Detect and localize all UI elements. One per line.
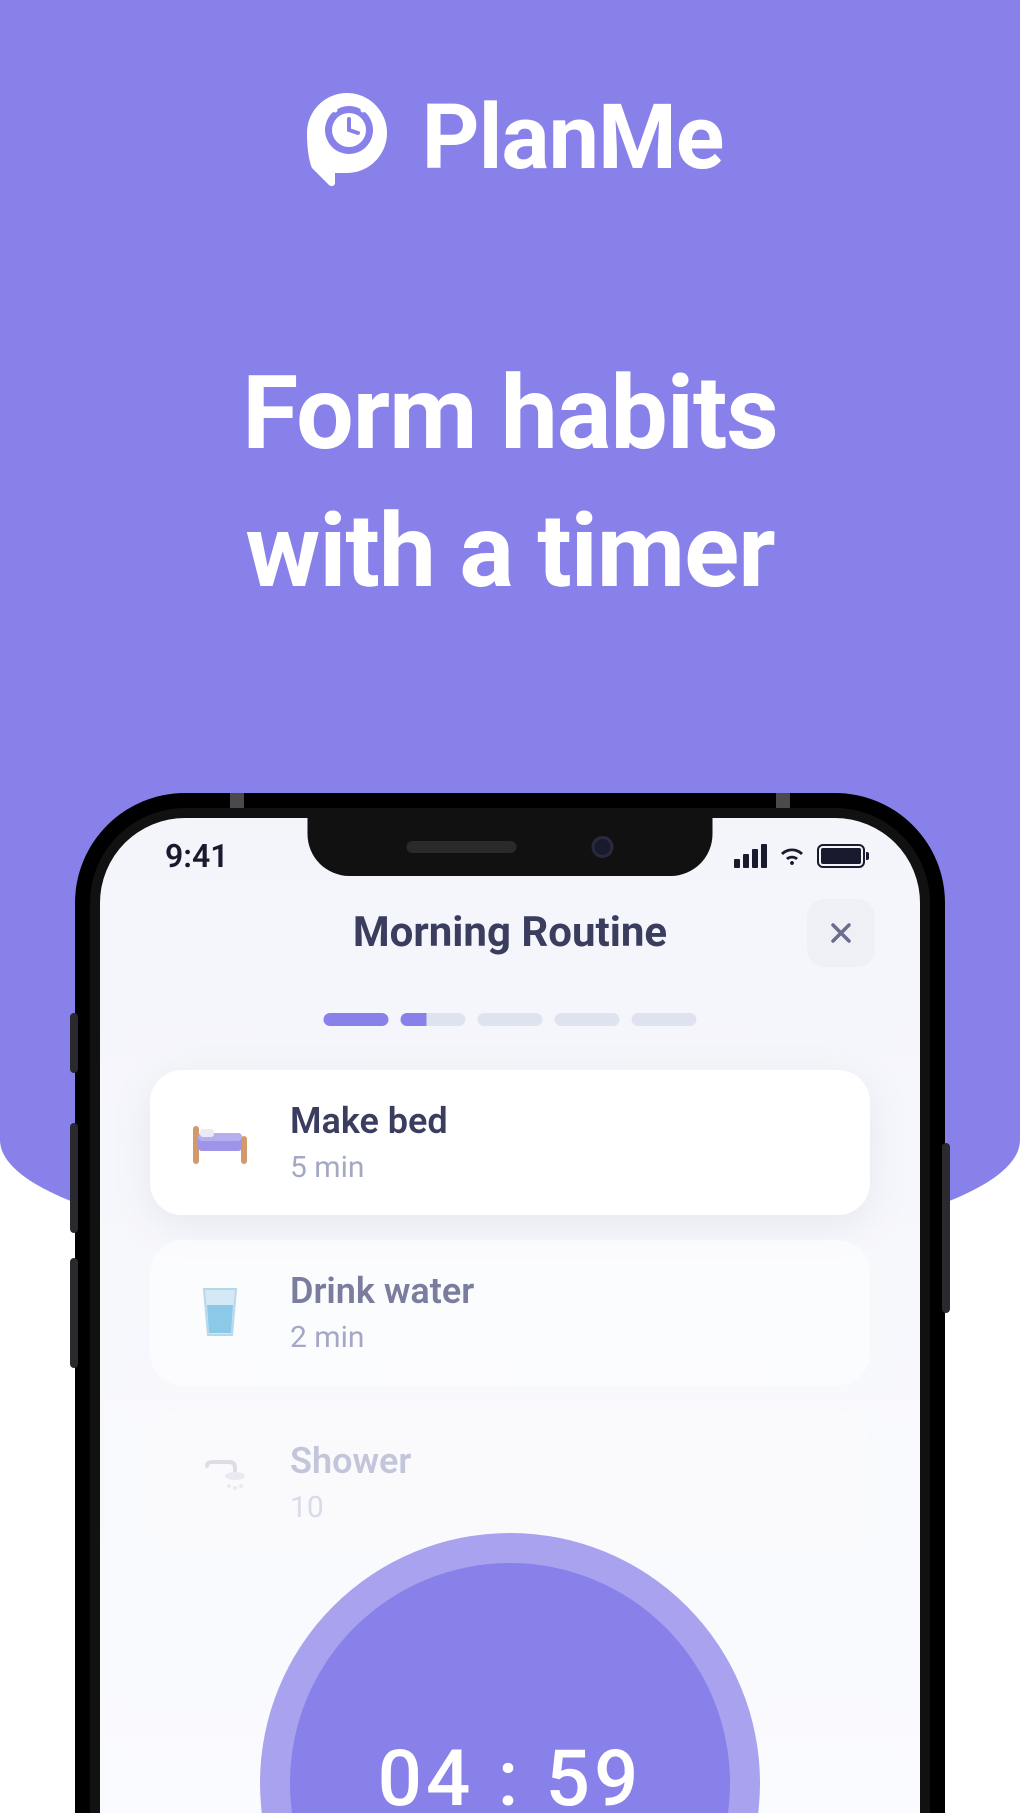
planme-logo-icon (297, 88, 397, 188)
close-button[interactable] (807, 899, 875, 967)
brand-row: PlanMe (0, 85, 1020, 190)
shower-icon (185, 1448, 255, 1518)
task-card[interactable]: Drink water 2 min (150, 1240, 870, 1385)
task-duration: 10 (290, 1490, 411, 1525)
bed-icon (185, 1108, 255, 1178)
progress-segment (478, 1013, 543, 1026)
app-header: Morning Routine (100, 908, 920, 957)
task-list: Make bed 5 min Drink water 2 min (100, 1070, 920, 1580)
headline-line: Form habits (0, 345, 1020, 483)
task-title: Drink water (290, 1270, 474, 1312)
brand-name: PlanMe (422, 85, 724, 190)
timer-countdown: 04 : 59 (378, 1734, 643, 1813)
headline-line: with a timer (0, 483, 1020, 621)
battery-icon (817, 844, 865, 868)
progress-segment (632, 1013, 697, 1026)
progress-segment (324, 1013, 389, 1026)
screen-title: Morning Routine (353, 908, 667, 957)
task-duration: 2 min (290, 1320, 474, 1355)
wifi-icon (777, 845, 807, 867)
timer-widget[interactable]: 04 : 59 5 min (260, 1533, 760, 1813)
task-duration: 5 min (290, 1150, 448, 1185)
phone-screen: 9:41 Morning Routine (100, 818, 920, 1813)
phone-mockup: 9:41 Morning Routine (75, 793, 945, 1813)
task-title: Shower (290, 1440, 411, 1482)
cellular-signal-icon (734, 844, 767, 868)
status-time: 9:41 (165, 837, 229, 875)
progress-segment (401, 1013, 466, 1026)
water-glass-icon (185, 1278, 255, 1348)
marketing-headline: Form habits with a timer (0, 345, 1020, 620)
phone-notch (308, 818, 713, 876)
close-icon (827, 919, 855, 947)
progress-indicator (324, 1013, 697, 1026)
task-card[interactable]: Make bed 5 min (150, 1070, 870, 1215)
progress-segment (555, 1013, 620, 1026)
task-title: Make bed (290, 1100, 448, 1142)
